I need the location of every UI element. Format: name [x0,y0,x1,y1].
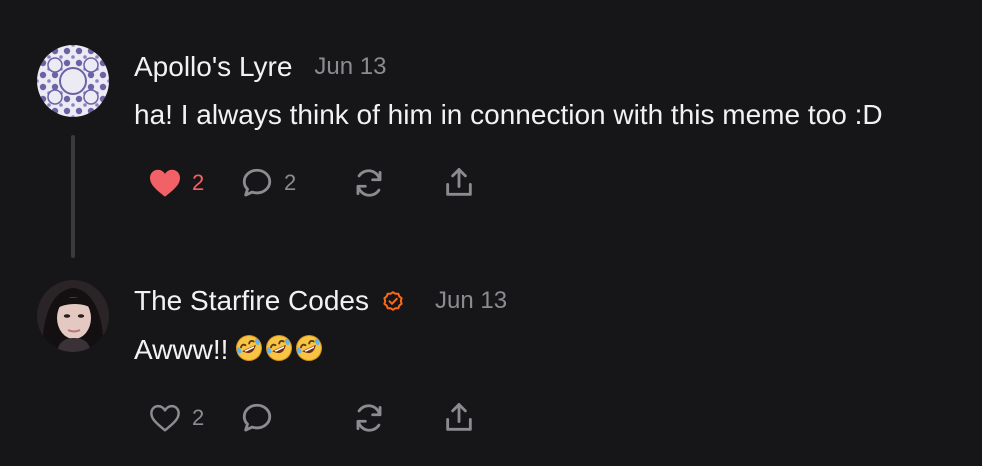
verified-badge-icon [381,289,405,313]
comment-actions: 2 [148,401,502,435]
comment-bubble-icon [240,401,274,435]
reply-button[interactable]: 2 [240,166,352,200]
comment-bubble-icon [240,166,274,200]
share-button[interactable] [442,166,502,200]
restack-icon [352,401,386,435]
share-icon [442,401,476,435]
restack-button[interactable] [352,401,442,435]
thread-line [71,135,75,258]
rolling-on-floor-laughing-icon [234,333,264,363]
like-count: 2 [192,170,205,195]
pattern-avatar-image [37,45,109,117]
avatar[interactable] [37,45,109,117]
avatar[interactable] [37,280,109,352]
comment-text: ha! I always think of him in connection … [134,99,883,130]
photo-avatar-image [37,280,109,352]
reply-button[interactable] [240,401,352,435]
share-icon [442,166,476,200]
comment-date[interactable]: Jun 13 [314,50,386,84]
heart-icon [148,168,182,198]
comment-header: Apollo's Lyre Jun 13 [134,50,386,84]
heart-icon [148,403,182,433]
comment-actions: 2 2 [148,166,502,200]
comment-date[interactable]: Jun 13 [435,284,507,318]
comment-1: Apollo's Lyre Jun 13 ha! I always think … [0,0,982,260]
rolling-on-floor-laughing-icon [294,333,324,363]
reply-count: 2 [284,170,297,195]
author-name[interactable]: Apollo's Lyre [134,50,292,84]
rolling-on-floor-laughing-icon [264,333,294,363]
like-count: 2 [192,405,205,430]
comment-header: The Starfire Codes Jun 13 [134,284,507,318]
restack-icon [352,166,386,200]
like-button[interactable]: 2 [148,401,240,435]
author-name[interactable]: The Starfire Codes [134,284,369,318]
comment-text-content: Awww!! [134,334,229,365]
share-button[interactable] [442,401,502,435]
like-button[interactable]: 2 [148,166,240,200]
restack-button[interactable] [352,166,442,200]
emoji-group [234,333,324,363]
comment-text: Awww!! [134,332,324,368]
comment-2: The Starfire Codes Jun 13 Awww!! 2 [0,262,982,466]
